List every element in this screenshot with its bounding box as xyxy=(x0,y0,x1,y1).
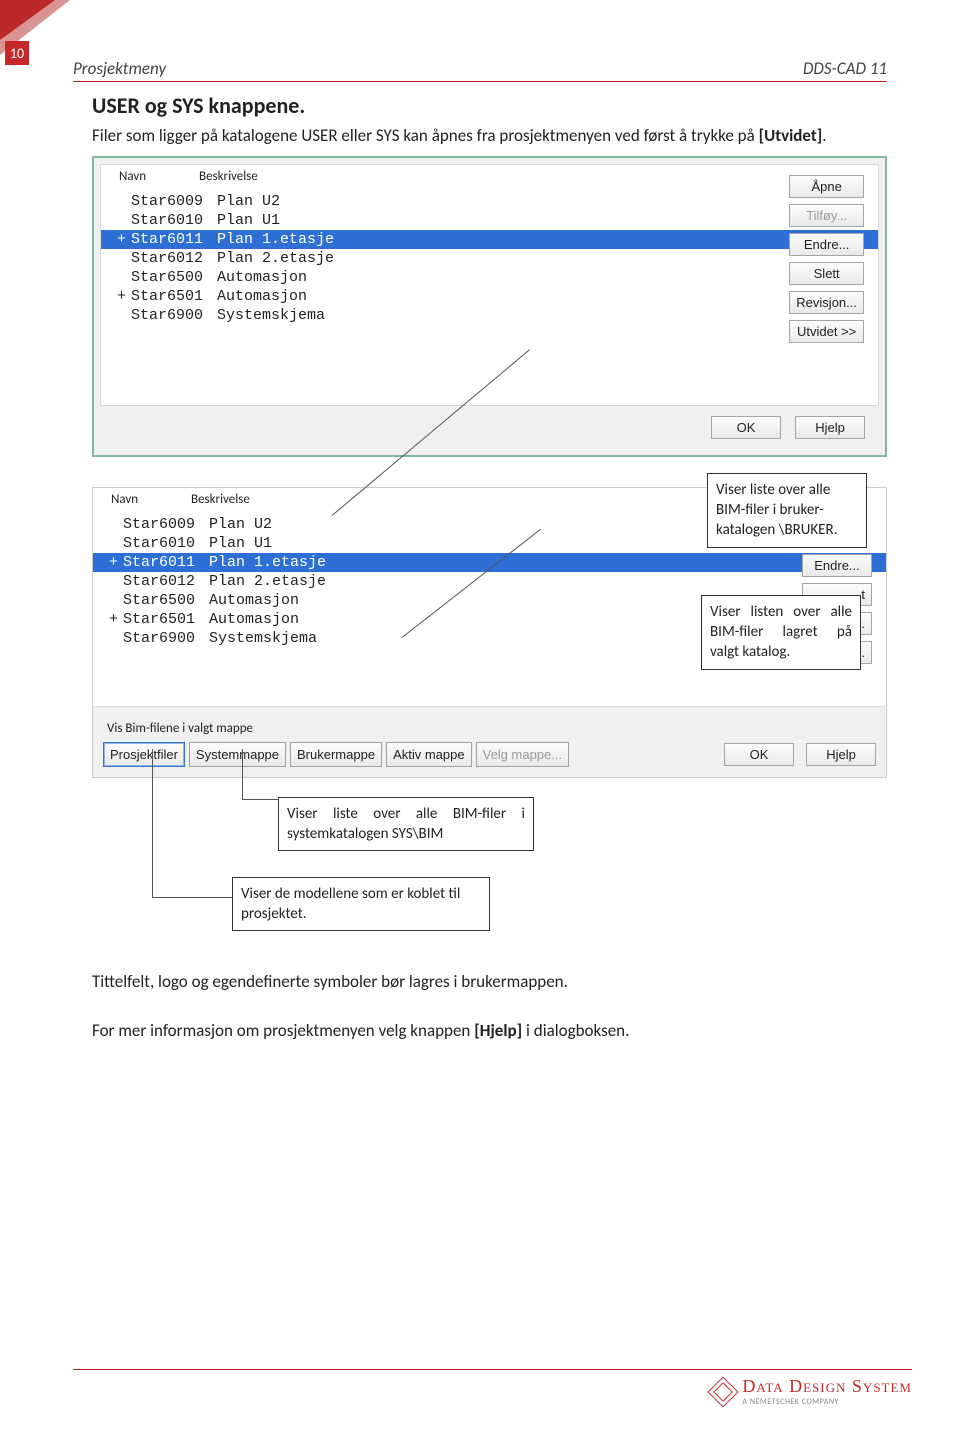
table-row[interactable]: Star6500Automasjon xyxy=(101,268,878,287)
file-list[interactable]: Star6009Plan U2Star6010Plan U1+Star6011P… xyxy=(101,190,878,329)
intro-text: Filer som ligger på katalogene USER elle… xyxy=(92,125,759,146)
tab-choose-folder[interactable]: Velg mappe... xyxy=(476,742,570,767)
logo-sub-text: A NEMETSCHEK COMPANY xyxy=(742,1397,838,1407)
intro-bold: [Utvidet] xyxy=(759,125,823,146)
edit-button[interactable]: Endre... xyxy=(789,233,864,256)
callout-active-folder: Viser listen over alle BIM-filer lagret … xyxy=(701,595,861,670)
add-button[interactable]: Tilføy... xyxy=(789,204,864,227)
callout-user-folder: Viser liste over alle BIM-filer i bruker… xyxy=(707,473,867,548)
extended-button[interactable]: Utvidet >> xyxy=(789,320,864,343)
tab-section-label: Vis Bim-filene i valgt mappe xyxy=(103,713,876,742)
bottom-p2: For mer informasjon om prosjektmenyen ve… xyxy=(92,1017,887,1044)
tab-user-folder[interactable]: Brukermappe xyxy=(290,742,382,767)
logo-main-text: Data Design System xyxy=(742,1376,912,1397)
ok-button-2[interactable]: OK xyxy=(724,743,794,766)
col-desc: Beskrivelse xyxy=(199,169,258,184)
intro-paragraph: Filer som ligger på katalogene USER elle… xyxy=(92,125,887,148)
help-button-2[interactable]: Hjelp xyxy=(806,743,876,766)
open-button[interactable]: Åpne xyxy=(789,175,864,198)
table-row[interactable]: Star6010Plan U1 xyxy=(101,211,878,230)
tab-project-files[interactable]: Prosjektfiler xyxy=(103,742,185,767)
dialog-footer-row: OK Hjelp xyxy=(100,406,879,449)
callout-system-folder: Viser liste over alle BIM-filer i system… xyxy=(278,797,534,852)
col-name-2: Navn xyxy=(111,492,191,507)
callout-project-files: Viser de modellene som er koblet til pro… xyxy=(232,877,490,932)
header-right: DDS-CAD 11 xyxy=(803,58,887,79)
table-row[interactable]: Star6900Systemskjema xyxy=(101,306,878,325)
list-header: Navn Beskrivelse xyxy=(101,165,878,190)
page-number: 10 xyxy=(5,41,29,65)
help-button[interactable]: Hjelp xyxy=(795,416,865,439)
running-header: Prosjektmeny DDS-CAD 11 xyxy=(73,58,887,82)
logo-icon xyxy=(708,1376,739,1407)
screenshot-dialog-2: Navn Beskrivelse Star6009Plan U2Star6010… xyxy=(92,487,887,778)
bottom-p2b: [Hjelp] xyxy=(474,1020,522,1041)
tab-section: Vis Bim-filene i valgt mappe Prosjektfil… xyxy=(93,706,886,777)
screenshot-dialog-1: Navn Beskrivelse Star6009Plan U2Star6010… xyxy=(92,156,887,457)
table-row[interactable]: Star6012Plan 2.etasje xyxy=(101,249,878,268)
bottom-text-block: Tittelfelt, logo og egendefinerte symbol… xyxy=(92,968,887,1044)
table-row[interactable]: Star6012Plan 2.etasje xyxy=(93,572,886,591)
intro-suffix: . xyxy=(822,125,826,146)
table-row[interactable]: +Star6011Plan 1.etasje xyxy=(101,230,878,249)
table-row[interactable]: +Star6501Automasjon xyxy=(101,287,878,306)
col-desc-2: Beskrivelse xyxy=(191,492,250,507)
tab-system-folder[interactable]: Systemmappe xyxy=(189,742,286,767)
bottom-p2a: For mer informasjon om prosjektmenyen ve… xyxy=(92,1020,474,1041)
revision-button[interactable]: Revisjon... xyxy=(789,291,864,314)
tab-active-folder[interactable]: Aktiv mappe xyxy=(386,742,472,767)
page-corner-decoration xyxy=(0,0,55,40)
company-logo: Data Design System A NEMETSCHEK COMPANY xyxy=(712,1376,912,1407)
section-heading: USER og SYS knappene. xyxy=(92,92,887,119)
ok-button[interactable]: OK xyxy=(711,416,781,439)
header-left: Prosjektmeny xyxy=(73,58,166,79)
bottom-p2c: i dialogboksen. xyxy=(522,1020,629,1041)
page-footer: Data Design System A NEMETSCHEK COMPANY xyxy=(73,1369,912,1407)
table-row[interactable]: Star6009Plan U2 xyxy=(101,192,878,211)
side-button-column: Åpne Tilføy... Endre... Slett Revisjon..… xyxy=(789,175,864,343)
col-name: Navn xyxy=(119,169,199,184)
delete-button[interactable]: Slett xyxy=(789,262,864,285)
bottom-p1: Tittelfelt, logo og egendefinerte symbol… xyxy=(92,968,887,995)
edit-button-2[interactable]: Endre... xyxy=(802,554,872,577)
list-whitespace xyxy=(101,329,878,405)
